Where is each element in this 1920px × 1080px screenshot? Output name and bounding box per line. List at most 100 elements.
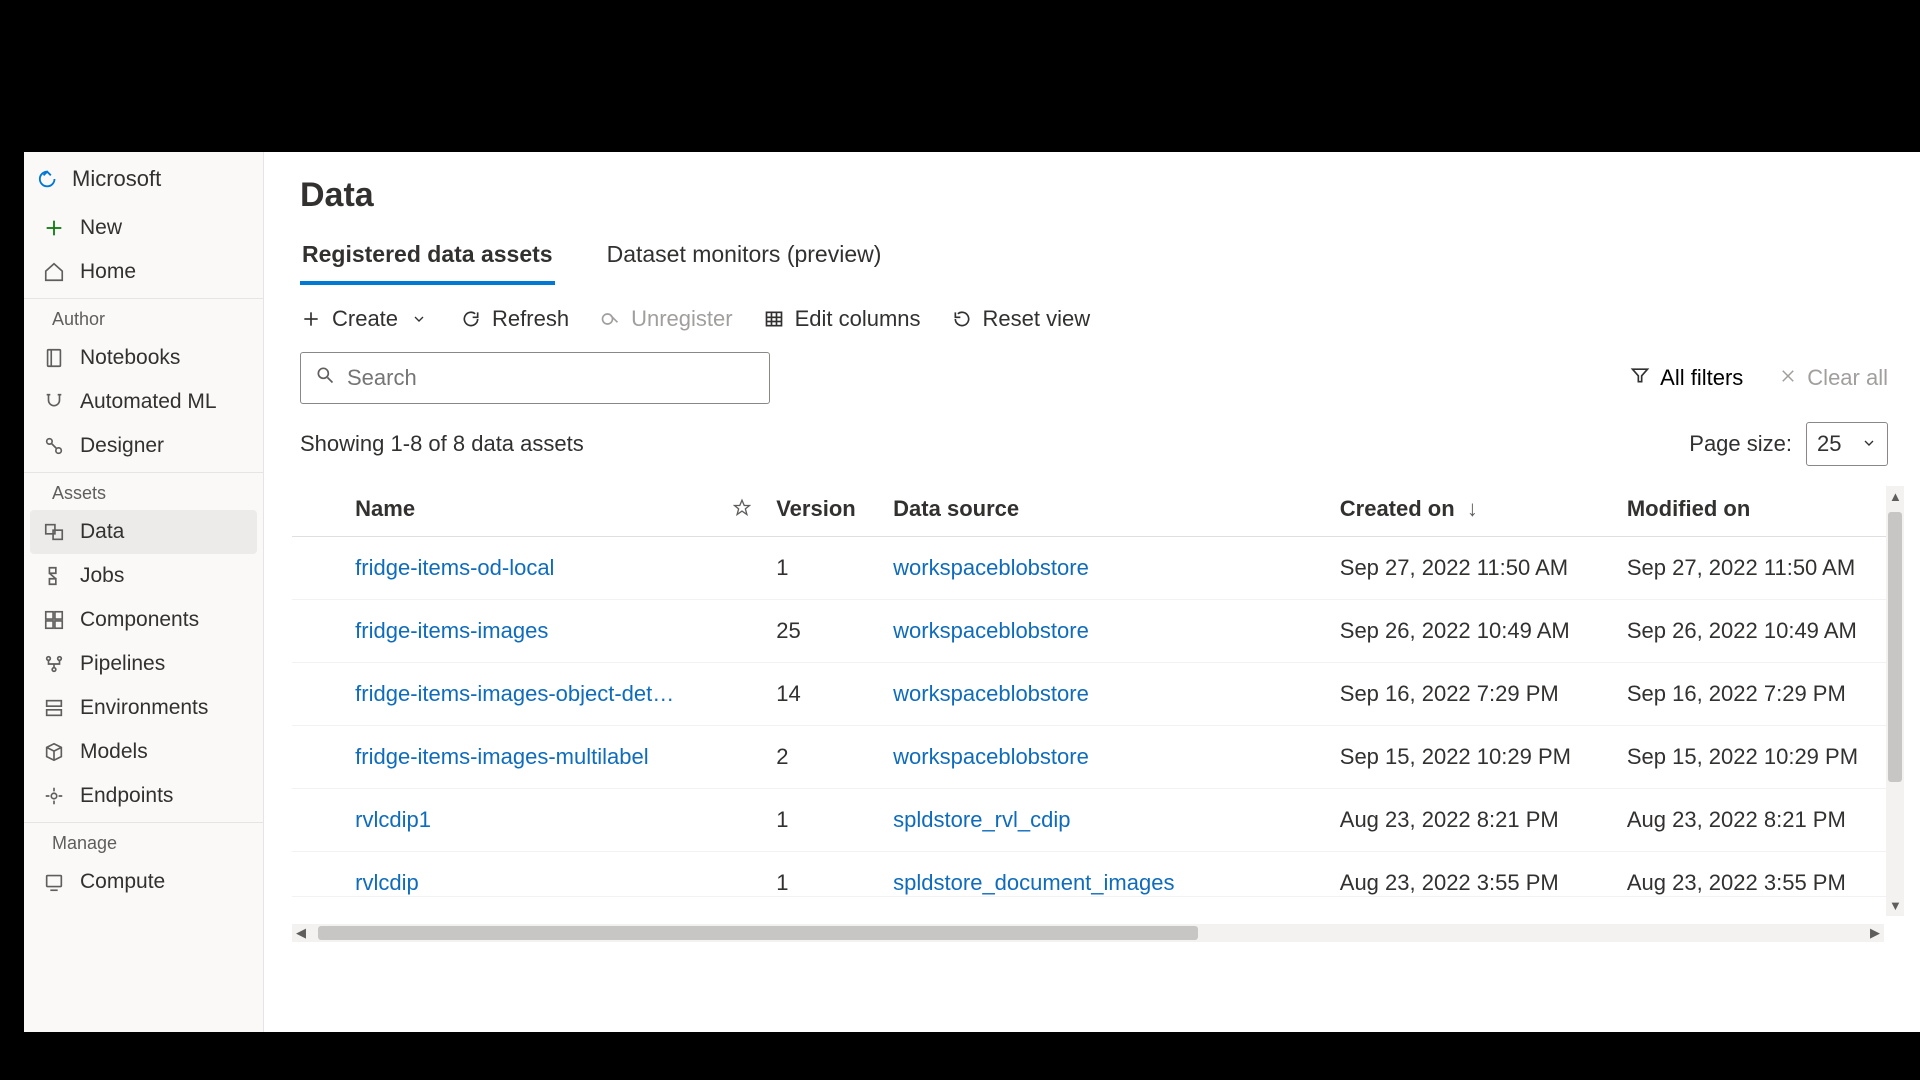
sidebar-item-label: Home — [80, 260, 136, 284]
column-name[interactable]: Name — [345, 482, 717, 537]
search-input[interactable] — [347, 365, 755, 391]
asset-name-link[interactable]: rvlcdip — [355, 870, 419, 896]
asset-name-link[interactable]: fridge-items-images-object-det… — [355, 681, 674, 707]
column-modified-on[interactable]: Modified on — [1617, 482, 1904, 537]
data-source-link[interactable]: workspaceblobstore — [893, 744, 1089, 769]
tab-registered-data-assets[interactable]: Registered data assets — [300, 233, 555, 284]
scroll-right-icon[interactable]: ▶ — [1870, 925, 1880, 941]
unregister-icon — [599, 308, 621, 330]
columns-icon — [763, 308, 785, 330]
column-select[interactable] — [292, 482, 345, 537]
back-icon[interactable] — [38, 168, 60, 190]
data-source-link[interactable]: workspaceblobstore — [893, 555, 1089, 580]
sidebar-item-data[interactable]: Data — [30, 510, 257, 554]
sidebar-item-designer[interactable]: Designer — [24, 424, 263, 468]
data-source-link[interactable]: workspaceblobstore — [893, 681, 1089, 706]
sidebar-item-jobs[interactable]: Jobs — [24, 554, 263, 598]
main-content: Data Registered data assets Dataset moni… — [264, 152, 1920, 1032]
scroll-left-icon[interactable]: ◀ — [296, 925, 306, 941]
horizontal-scrollbar[interactable]: ◀ ▶ — [292, 924, 1884, 942]
sidebar-item-home[interactable]: Home — [24, 250, 263, 294]
sidebar-item-pipelines[interactable]: Pipelines — [24, 642, 263, 686]
cell-modified: Aug 23, 2022 8:21 PM — [1617, 789, 1904, 852]
reset-view-button[interactable]: Reset view — [951, 306, 1091, 332]
filter-icon — [1630, 365, 1650, 391]
refresh-label: Refresh — [492, 306, 569, 332]
column-favorite[interactable] — [717, 482, 766, 537]
sidebar-item-environments[interactable]: Environments — [24, 686, 263, 730]
cell-version: 14 — [766, 663, 883, 726]
tabs: Registered data assets Dataset monitors … — [264, 223, 1920, 284]
table-row[interactable]: fridge-items-od-local 1 workspaceblobsto… — [292, 537, 1904, 600]
scroll-down-icon[interactable]: ▼ — [1889, 898, 1902, 913]
sidebar-section-manage: Manage — [24, 822, 263, 860]
table-row[interactable]: rvlcdip1 1 spldstore_rvl_cdip Aug 23, 20… — [292, 789, 1904, 852]
environments-icon — [42, 696, 66, 720]
data-source-link[interactable]: spldstore_document_images — [893, 870, 1174, 895]
column-version[interactable]: Version — [766, 482, 883, 537]
scroll-thumb-vertical[interactable] — [1888, 512, 1902, 782]
sidebar-item-components[interactable]: Components — [24, 598, 263, 642]
clear-all-label: Clear all — [1807, 365, 1888, 391]
sidebar-header[interactable]: Microsoft — [24, 152, 263, 206]
table-row[interactable]: rvlcdip 1 spldstore_document_images Aug … — [292, 852, 1904, 897]
asset-name-link[interactable]: fridge-items-od-local — [355, 555, 554, 581]
sidebar-section-assets: Assets — [24, 472, 263, 510]
cell-created: Sep 26, 2022 10:49 AM — [1330, 600, 1617, 663]
table-row[interactable]: fridge-items-images 25 workspaceblobstor… — [292, 600, 1904, 663]
scroll-up-icon[interactable]: ▲ — [1889, 489, 1902, 504]
sidebar-item-label: Compute — [80, 870, 165, 894]
sidebar-item-automated-ml[interactable]: Automated ML — [24, 380, 263, 424]
edit-columns-button[interactable]: Edit columns — [763, 306, 921, 332]
table-row[interactable]: fridge-items-images-object-det… 14 works… — [292, 663, 1904, 726]
sidebar-item-new[interactable]: New — [24, 206, 263, 250]
sidebar-item-compute[interactable]: Compute — [24, 860, 263, 904]
refresh-button[interactable]: Refresh — [460, 306, 569, 332]
search-input-wrapper[interactable] — [300, 352, 770, 404]
page-size-value: 25 — [1817, 431, 1841, 457]
page-size-select[interactable]: 25 — [1806, 422, 1888, 466]
column-created-on[interactable]: Created on ↓ — [1330, 482, 1617, 537]
asset-name-link[interactable]: fridge-items-images — [355, 618, 548, 644]
sidebar-item-label: Environments — [80, 696, 208, 720]
asset-name-link[interactable]: fridge-items-images-multilabel — [355, 744, 648, 770]
asset-name-link[interactable]: rvlcdip1 — [355, 807, 431, 833]
pipelines-icon — [42, 652, 66, 676]
column-data-source[interactable]: Data source — [883, 482, 1330, 537]
cell-version: 1 — [766, 789, 883, 852]
data-icon — [42, 520, 66, 544]
clear-all-button: Clear all — [1779, 365, 1888, 391]
plus-icon — [300, 308, 322, 330]
scroll-thumb-horizontal[interactable] — [318, 926, 1198, 940]
page-size-label: Page size: — [1689, 431, 1792, 457]
data-source-link[interactable]: workspaceblobstore — [893, 618, 1089, 643]
sidebar-item-endpoints[interactable]: Endpoints — [24, 774, 263, 818]
table-row[interactable]: fridge-items-images-multilabel 2 workspa… — [292, 726, 1904, 789]
tab-dataset-monitors[interactable]: Dataset monitors (preview) — [605, 233, 884, 284]
filter-actions: All filters Clear all — [1630, 365, 1888, 391]
home-icon — [42, 260, 66, 284]
refresh-icon — [460, 308, 482, 330]
page-title: Data — [264, 152, 1920, 223]
sidebar-item-notebooks[interactable]: Notebooks — [24, 336, 263, 380]
models-icon — [42, 740, 66, 764]
cell-modified: Aug 23, 2022 3:55 PM — [1617, 852, 1904, 897]
sort-desc-icon: ↓ — [1467, 496, 1478, 521]
cell-version: 1 — [766, 537, 883, 600]
sidebar-item-label: Endpoints — [80, 784, 173, 808]
meta-row: Showing 1-8 of 8 data assets Page size: … — [264, 404, 1920, 476]
create-button[interactable]: Create — [300, 306, 430, 332]
cell-version: 1 — [766, 852, 883, 897]
cell-modified: Sep 15, 2022 10:29 PM — [1617, 726, 1904, 789]
edit-columns-label: Edit columns — [795, 306, 921, 332]
sidebar-item-label: Pipelines — [80, 652, 165, 676]
all-filters-button[interactable]: All filters — [1630, 365, 1743, 391]
cell-created: Aug 23, 2022 8:21 PM — [1330, 789, 1617, 852]
sidebar-item-models[interactable]: Models — [24, 730, 263, 774]
search-icon — [315, 365, 335, 391]
vertical-scrollbar[interactable]: ▲ ▼ — [1886, 486, 1904, 916]
data-source-link[interactable]: spldstore_rvl_cdip — [893, 807, 1070, 832]
chevron-down-icon — [408, 308, 430, 330]
all-filters-label: All filters — [1660, 365, 1743, 391]
designer-icon — [42, 434, 66, 458]
